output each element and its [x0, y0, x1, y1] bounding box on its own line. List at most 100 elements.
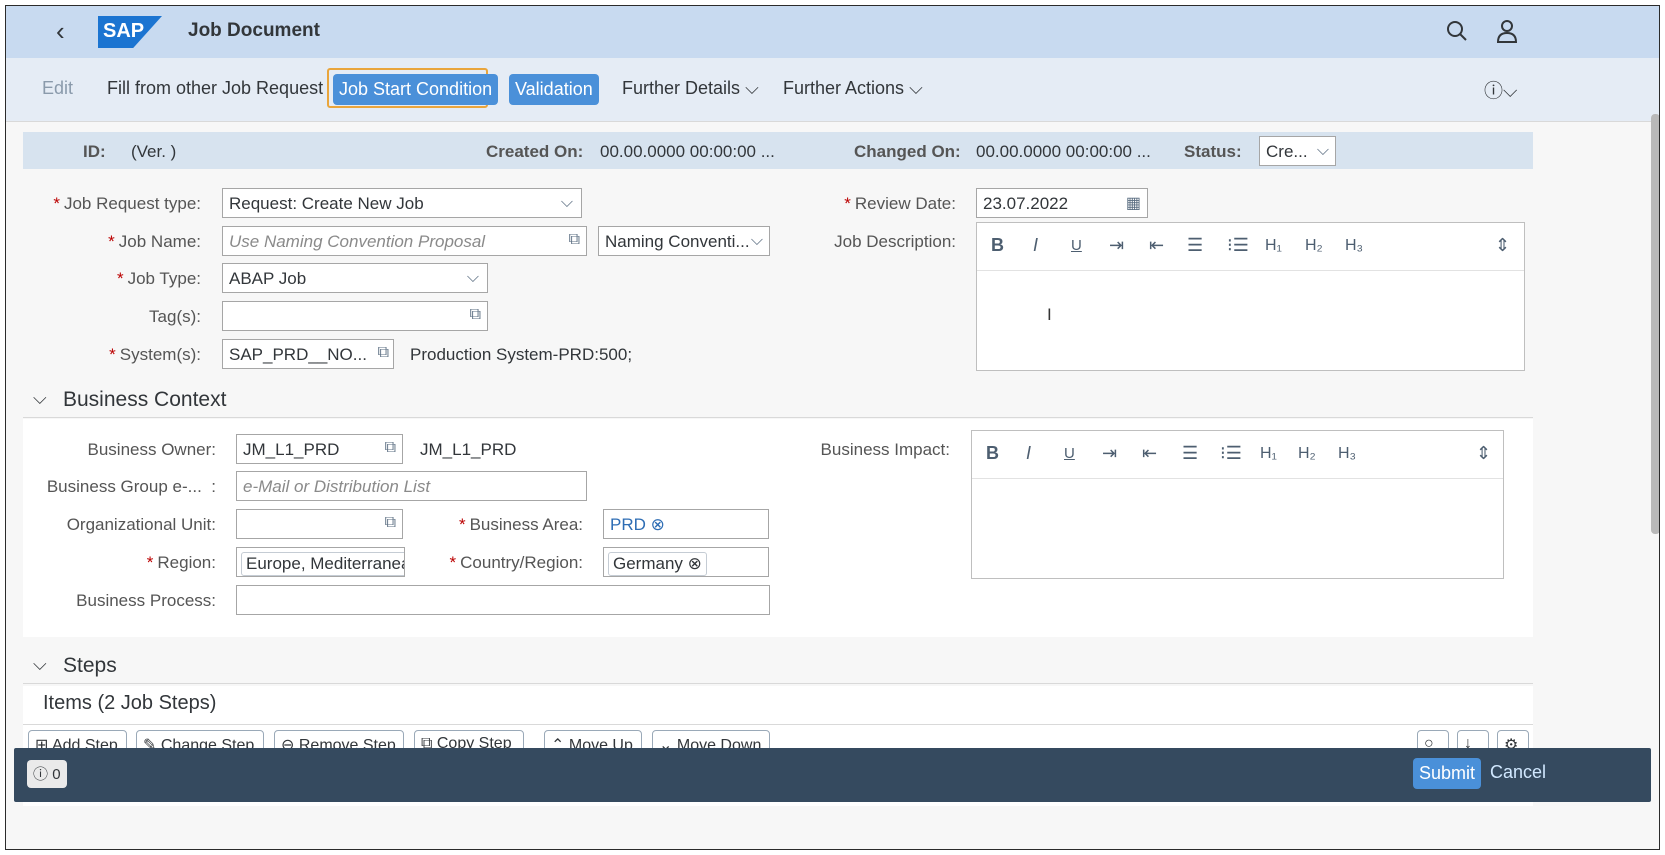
organizational-unit-input[interactable]: ⧉	[236, 509, 403, 539]
business-group-label: Business Group e-... :	[46, 477, 216, 496]
business-context-header[interactable]: ⌵ Business Context	[23, 384, 1533, 418]
chevron-down-icon: ⌵	[745, 78, 759, 98]
business-group-input[interactable]: e-Mail or Distribution List	[236, 471, 587, 501]
region-input[interactable]: Europe, Mediterranean	[236, 547, 405, 577]
calendar-icon[interactable]: ▦	[1126, 193, 1141, 213]
version-value: (Ver. )	[131, 142, 177, 161]
job-name-placeholder: Use Naming Convention Proposal	[229, 232, 486, 251]
edit-button[interactable]: Edit	[42, 78, 73, 99]
bullet-list-icon[interactable]: ⁝☰	[1220, 443, 1242, 464]
further-actions-label: Further Actions	[783, 78, 905, 98]
region-token: Europe, Mediterranean	[241, 552, 404, 576]
indent-icon[interactable]: ⇥	[1102, 443, 1117, 464]
heading3-icon[interactable]: H₃	[1345, 237, 1363, 255]
italic-icon[interactable]: I	[1026, 443, 1031, 464]
business-impact-editor[interactable]: B I U ⇥ ⇤ ☰ ⁝☰ H₁ H₂ H₃ ⇕	[971, 430, 1504, 579]
heading3-icon[interactable]: H₃	[1338, 445, 1356, 463]
heading2-icon[interactable]: H₂	[1305, 237, 1323, 255]
collapse-icon[interactable]: ⌵	[33, 654, 47, 675]
business-area-input[interactable]: PRD ⊗	[603, 509, 769, 539]
submit-button[interactable]: Submit	[1413, 758, 1482, 789]
steps-title: Steps	[63, 654, 117, 677]
business-owner-description: JM_L1_PRD	[420, 440, 517, 459]
business-owner-label: Business Owner:	[87, 440, 217, 459]
id-label: ID:	[83, 142, 106, 161]
heading1-icon[interactable]: H₁	[1265, 237, 1282, 255]
outdent-icon[interactable]: ⇤	[1142, 443, 1157, 464]
info-icon: ⓘ	[33, 766, 49, 783]
steps-header[interactable]: ⌵ Steps	[23, 650, 1533, 684]
cancel-button[interactable]: Cancel	[1490, 762, 1546, 783]
job-start-condition-button[interactable]: Job Start Condition	[333, 74, 499, 105]
further-actions-menu[interactable]: Further Actions ⌵	[783, 78, 923, 99]
job-type-value: ABAP Job	[229, 269, 307, 288]
value-help-icon[interactable]: ⧉	[385, 439, 396, 457]
value-help-icon[interactable]: ⧉	[569, 231, 580, 249]
review-date-label: * Review Date:	[844, 194, 956, 213]
remove-token-icon[interactable]: ⊗	[651, 515, 665, 534]
numbered-list-icon[interactable]: ☰	[1182, 443, 1198, 464]
items-divider	[23, 724, 1533, 725]
value-help-icon[interactable]: ⧉	[377, 344, 389, 362]
review-date-value: 23.07.2022	[983, 194, 1069, 213]
search-icon[interactable]	[1446, 20, 1468, 42]
changed-on-label: Changed On:	[854, 142, 961, 161]
tags-input[interactable]: ⧉	[222, 301, 488, 331]
chevron-down-icon: ⌵	[560, 194, 573, 211]
country-region-input[interactable]: Germany ⊗	[603, 547, 769, 577]
systems-label: * System(s):	[109, 345, 201, 364]
job-request-type-select[interactable]: Request: Create New Job ⌵	[222, 188, 582, 218]
heading1-icon[interactable]: H₁	[1260, 445, 1277, 463]
business-owner-value: JM_L1_PRD	[243, 440, 340, 459]
changed-on-value: 00.00.0000 00:00:00 ...	[976, 142, 1151, 161]
review-date-picker[interactable]: 23.07.2022 ▦	[976, 188, 1148, 218]
bold-icon[interactable]: B	[986, 443, 999, 464]
heading2-icon[interactable]: H₂	[1298, 445, 1316, 463]
outdent-icon[interactable]: ⇤	[1149, 235, 1164, 256]
further-details-menu[interactable]: Further Details ⌵	[622, 78, 759, 99]
business-impact-label: Business Impact:	[820, 440, 950, 459]
help-icon[interactable]: ⓘ⌵	[1484, 76, 1517, 103]
line-height-icon[interactable]: ⇕	[1476, 443, 1491, 464]
indent-icon[interactable]: ⇥	[1109, 235, 1124, 256]
status-select[interactable]: Cre... ⌵	[1259, 136, 1336, 166]
job-description-label: Job Description:	[834, 232, 956, 251]
scrollbar[interactable]	[1651, 114, 1659, 534]
underline-icon[interactable]: U	[1064, 445, 1075, 462]
job-type-select[interactable]: ABAP Job ⌵	[222, 263, 488, 293]
collapse-icon[interactable]: ⌵	[33, 388, 47, 409]
back-icon[interactable]: ‹	[56, 16, 65, 47]
business-process-input[interactable]	[236, 585, 770, 615]
business-area-token: PRD	[610, 515, 646, 534]
sap-logo: SAP	[98, 16, 162, 48]
underline-icon[interactable]: U	[1071, 237, 1082, 254]
bold-icon[interactable]: B	[991, 235, 1004, 256]
business-owner-input[interactable]: JM_L1_PRD ⧉	[236, 434, 403, 464]
user-icon[interactable]	[1496, 19, 1518, 43]
region-label: * Region:	[146, 553, 216, 572]
content-area: ID: (Ver. ) Created On: 00.00.0000 00:00…	[6, 122, 1637, 806]
value-help-icon[interactable]: ⧉	[385, 514, 396, 532]
systems-input[interactable]: SAP_PRD__NO... ⧉	[222, 339, 394, 369]
remove-token-icon[interactable]: ⊗	[688, 554, 702, 573]
message-button[interactable]: ⓘ 0	[27, 760, 67, 788]
items-title: Items (2 Job Steps)	[43, 692, 217, 714]
chevron-down-icon: ⌵	[909, 78, 923, 98]
italic-icon[interactable]: I	[1033, 235, 1038, 256]
job-name-input[interactable]: Use Naming Convention Proposal ⧉	[222, 226, 587, 256]
value-help-icon[interactable]: ⧉	[470, 306, 481, 324]
action-toolbar: Edit Fill from other Job Request Job Sta…	[6, 58, 1659, 122]
bullet-list-icon[interactable]: ⁝☰	[1227, 235, 1249, 256]
text-cursor-icon: I	[1047, 305, 1052, 324]
numbered-list-icon[interactable]: ☰	[1187, 235, 1203, 256]
systems-value: SAP_PRD__NO...	[229, 345, 367, 364]
naming-convention-select[interactable]: Naming Conventi... ⌵	[598, 226, 770, 256]
created-on-value: 00.00.0000 00:00:00 ...	[600, 142, 775, 161]
chevron-down-icon: ⌵	[1316, 142, 1329, 159]
created-on-label: Created On:	[486, 142, 584, 161]
job-description-editor[interactable]: B I U ⇥ ⇤ ☰ ⁝☰ H₁ H₂ H₃ ⇕ I	[976, 222, 1525, 371]
line-height-icon[interactable]: ⇕	[1495, 235, 1510, 256]
validation-button[interactable]: Validation	[509, 74, 599, 105]
job-name-label: * Job Name:	[108, 232, 201, 251]
fill-from-other-job-request-button[interactable]: Fill from other Job Request	[107, 78, 323, 99]
